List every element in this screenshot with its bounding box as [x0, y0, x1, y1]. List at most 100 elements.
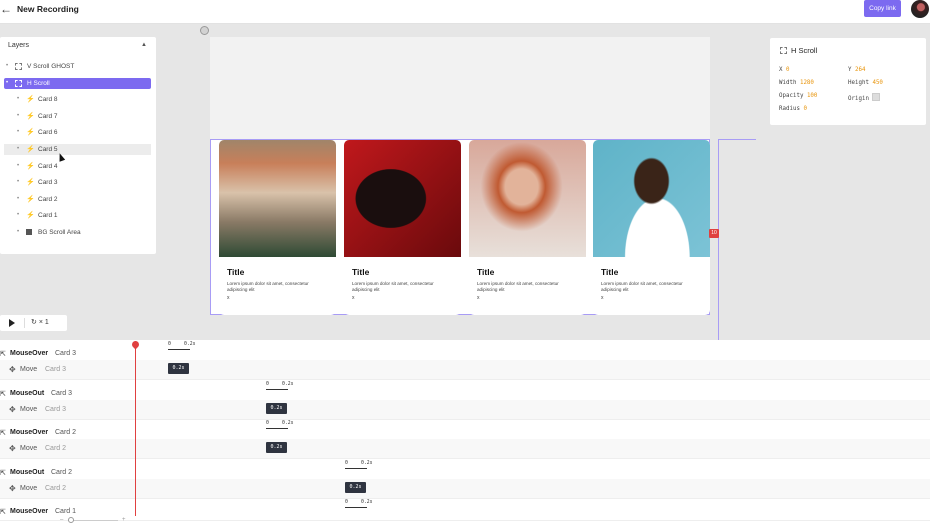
animation-chip[interactable]: 0.2s [345, 481, 366, 493]
row-divider [0, 497, 930, 499]
canvas-frame[interactable] [210, 37, 710, 139]
zoom-out-icon[interactable]: – [60, 517, 63, 523]
expand-dot-icon[interactable]: • [17, 127, 19, 138]
timeline-action-row[interactable]: ✥ Move Card 2 [0, 439, 930, 460]
row-divider [0, 520, 930, 522]
expand-dot-icon[interactable]: • [17, 111, 19, 122]
expand-dot-icon[interactable]: • [6, 78, 8, 89]
prop-y[interactable]: Y 264 [848, 67, 865, 73]
start-label: 0 [266, 381, 269, 387]
layer-label: Card 3 [38, 179, 58, 187]
card-title: Title [477, 267, 495, 277]
playback-bar: ↻ × 1 [0, 315, 67, 331]
layer-item[interactable]: • ⚡ Card 2 [4, 194, 151, 205]
zoom-knob[interactable] [68, 517, 74, 523]
layer-label: Card 6 [38, 129, 58, 137]
layer-item[interactable]: • ⚡ Card 5 [4, 144, 151, 155]
expand-dot-icon[interactable]: • [17, 177, 19, 188]
layer-label: V Scroll GHOST [27, 63, 75, 70]
card[interactable]: Title Lorem ipsum dolor sit amet, consect… [593, 140, 710, 315]
card-body: Lorem ipsum dolor sit amet, consectetur … [601, 281, 683, 292]
layer-item[interactable]: • BG Scroll Area [4, 227, 151, 238]
expand-dot-icon[interactable]: • [17, 161, 19, 172]
prop-height[interactable]: Height 450 [848, 80, 883, 86]
card[interactable]: Title Lorem ipsum dolor sit amet, consect… [469, 140, 586, 315]
animation-chip[interactable]: 0.2s [266, 442, 287, 454]
lightning-icon: ⚡ [26, 179, 35, 187]
guide-line [718, 139, 719, 340]
speed-selector[interactable]: ↻ × 1 [31, 318, 49, 326]
prop-opacity[interactable]: Opacity 100 [779, 93, 817, 99]
card-body: Lorem ipsum dolor sit amet, consectetur … [477, 281, 559, 292]
event-target: Card 3 [51, 389, 73, 397]
layer-item[interactable]: • ⚡ Card 3 [4, 177, 151, 188]
spacing-badge: 10 [709, 229, 719, 238]
start-label: 0 [168, 342, 171, 347]
timing-tick [345, 507, 367, 509]
row-divider [0, 458, 930, 460]
timing-tick [345, 467, 367, 469]
expand-dot-icon[interactable]: • [17, 144, 19, 155]
layers-header: Layers [8, 42, 30, 49]
prop-x[interactable]: X 0 [779, 67, 790, 73]
animation-chip[interactable]: 0.2s [168, 363, 189, 374]
prop-radius[interactable]: Radius 0 [779, 106, 807, 112]
zoom-in-icon[interactable]: + [122, 517, 126, 523]
expand-dot-icon[interactable]: • [17, 227, 19, 238]
layer-item[interactable]: • V Scroll GHOST [4, 61, 151, 72]
prop-origin[interactable]: Origin [848, 93, 881, 102]
canvas-resize-handle[interactable] [200, 26, 209, 35]
timeline-action-row[interactable]: ✥ Move Card 3 [0, 399, 930, 420]
ghost-frame-icon [780, 47, 787, 54]
layer-label: Card 7 [38, 112, 58, 120]
playhead[interactable] [135, 341, 136, 516]
layer-item[interactable]: • ⚡ Card 6 [4, 127, 151, 138]
lightning-icon: ⚡ [26, 212, 35, 220]
card[interactable]: Title Lorem ipsum dolor sit amet, consect… [344, 140, 461, 315]
timeline-action-row[interactable]: ✥ Move Card 2 [0, 478, 930, 499]
layer-item[interactable]: • ⚡ Card 1 [4, 210, 151, 221]
origin-swatch[interactable] [872, 93, 881, 101]
user-avatar[interactable] [911, 0, 929, 18]
layer-label: Card 5 [38, 146, 58, 153]
layer-item[interactable]: • H Scroll [4, 77, 151, 89]
timing-ruler: 0 0.2s [266, 421, 294, 430]
zoom-track[interactable] [68, 520, 118, 521]
copy-link-button[interactable]: Copy link [864, 0, 901, 17]
event-name: MouseOut [10, 389, 45, 397]
layer-item[interactable]: • ⚡ Card 8 [4, 94, 151, 105]
back-arrow-icon[interactable]: ← [0, 2, 12, 16]
card-close[interactable]: x [601, 295, 604, 301]
ghost-frame-icon [15, 61, 22, 74]
action-name: Move [20, 445, 38, 453]
layer-item[interactable]: • ⚡ Card 4 [4, 161, 151, 172]
card[interactable]: Title Lorem ipsum dolor sit amet, consect… [219, 140, 336, 315]
expand-dot-icon[interactable]: • [6, 61, 8, 72]
event-name: MouseOver [10, 350, 49, 357]
pointer-icon: ⇱ [0, 351, 6, 358]
timing-ruler: 0 0.2s [345, 460, 373, 469]
duration-label: 0.2s [282, 381, 294, 387]
timeline-event-row[interactable]: ⇱ MouseOver Card 1 [0, 501, 930, 522]
timeline-action-row[interactable]: ✥ Move Card 3 [0, 360, 930, 380]
start-label: 0 [345, 460, 348, 466]
timeline-zoom-slider[interactable]: – + [60, 517, 130, 523]
pointer-icon: ⇱ [0, 509, 6, 517]
layer-item[interactable]: • ⚡ Card 7 [4, 111, 151, 122]
card-photo [344, 140, 461, 257]
card-close[interactable]: x [352, 295, 355, 301]
animation-chip[interactable]: 0.2s [266, 402, 287, 414]
expand-dot-icon[interactable]: • [17, 94, 19, 105]
collapse-caret-icon[interactable]: ▲ [141, 42, 147, 48]
prop-width[interactable]: Width 1280 [779, 80, 814, 86]
layer-label: Card 4 [38, 162, 58, 170]
loop-icon: ↻ [31, 319, 37, 326]
duration-label: 0.2s [184, 342, 196, 347]
move-icon: ✥ [9, 404, 16, 414]
card-close[interactable]: x [227, 295, 230, 301]
play-icon[interactable] [9, 319, 15, 327]
card-close[interactable]: x [477, 295, 480, 301]
expand-dot-icon[interactable]: • [17, 194, 19, 205]
timing-tick [168, 349, 190, 350]
expand-dot-icon[interactable]: • [17, 210, 19, 221]
